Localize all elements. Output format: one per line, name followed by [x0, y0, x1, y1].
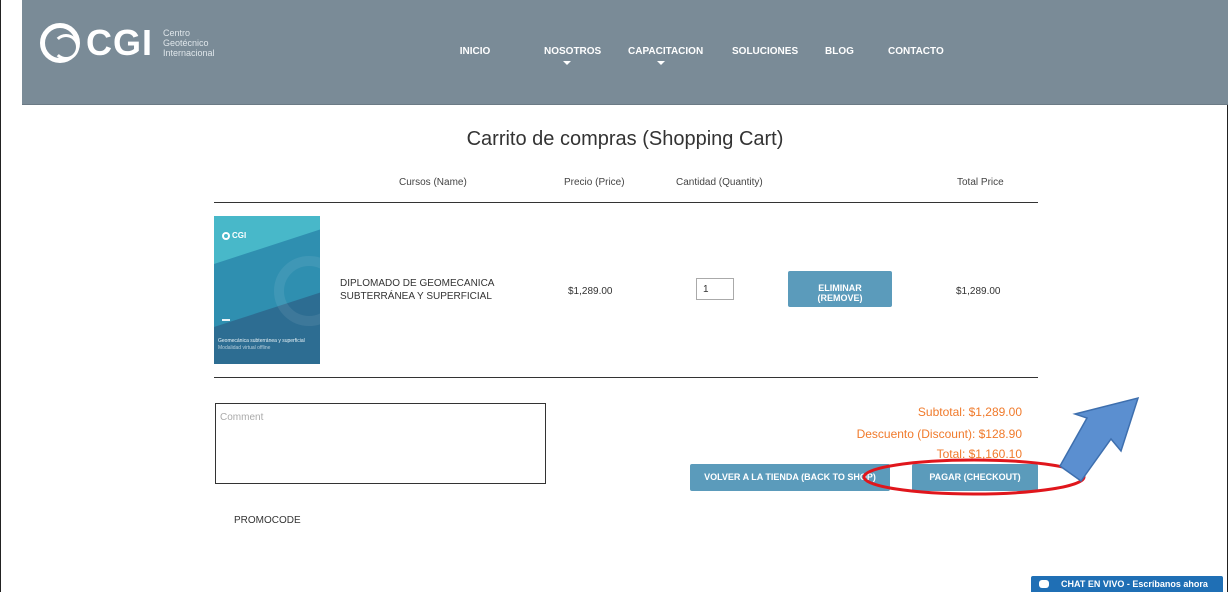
total-text: Total: $1,160.10 [936, 447, 1022, 461]
divider [214, 202, 1038, 203]
logo-subtitle: Centro Geotécnico Internacional [163, 28, 215, 58]
nav-item-inicio[interactable]: INICIO [454, 46, 496, 65]
checkout-button[interactable]: PAGAR (CHECKOUT) [912, 464, 1038, 491]
product-name[interactable]: DIPLOMADO DE GEOMECANICA SUBTERRÁNEA Y S… [340, 277, 494, 303]
logo-subtitle-line: Internacional [163, 48, 215, 58]
logo[interactable]: CGI Centro Geotécnico Internacional [40, 22, 215, 64]
thumbnail-logo-text: CGI [232, 231, 247, 240]
nav-label: BLOG [825, 46, 854, 57]
nav-label: SOLUCIONES [732, 46, 799, 57]
nav-label: INICIO [459, 46, 491, 57]
logo-text: CGI [86, 22, 154, 63]
product-name-line: SUBTERRÁNEA Y SUPERFICIAL [340, 291, 492, 302]
subtotal-text: Subtotal: $1,289.00 [917, 405, 1022, 419]
site-header: CGI Centro Geotécnico Internacional INIC… [22, 0, 1228, 105]
chat-label: CHAT EN VIVO - Escríbanos ahora [1061, 579, 1208, 589]
chevron-down-icon [657, 61, 665, 65]
page-title: Carrito de compras (Shopping Cart) [466, 128, 784, 150]
back-to-shop-button[interactable]: VOLVER A LA TIENDA (BACK TO SHOP) [690, 464, 890, 491]
remove-button[interactable]: ELIMINAR (REMOVE) [788, 271, 892, 307]
thumbnail-caption: Geomecánica subterránea y superficial Mod… [218, 338, 318, 352]
remove-button-label: ELIMINAR [818, 283, 862, 293]
logo-subtitle-line: Centro [163, 28, 191, 38]
nav-label: CAPACITACION [628, 46, 704, 57]
logo-icon [40, 23, 80, 63]
thumbnail-caption-line: Geomecánica subterránea y superficial [218, 338, 305, 344]
discount-text: Descuento (Discount): $128.90 [856, 427, 1022, 441]
chat-bubble-icon [1039, 580, 1049, 588]
product-price: $1,289.00 [568, 286, 613, 297]
divider [214, 377, 1038, 378]
nav-item-blog[interactable]: BLOG [825, 46, 854, 65]
product-name-line: DIPLOMADO DE GEOMECANICA [340, 278, 495, 289]
thumbnail-dash [222, 319, 230, 321]
nav-label: CONTACTO [888, 46, 944, 57]
chevron-down-icon [563, 61, 571, 65]
nav-label: NOSOTROS [544, 46, 602, 57]
nav-item-contacto[interactable]: CONTACTO [888, 46, 944, 65]
promocode-label: PROMOCODE [234, 515, 301, 526]
column-header-name: Cursos (Name) [399, 177, 467, 188]
nav-item-soluciones[interactable]: SOLUCIONES [732, 46, 798, 65]
main-nav: INICIO NOSOTROS CAPACITACION SOLUCIONES … [454, 46, 944, 65]
column-header-total: Total Price [957, 177, 1004, 188]
remove-button-label: (REMOVE) [817, 293, 863, 303]
column-header-price: Precio (Price) [564, 177, 625, 188]
quantity-input[interactable] [696, 278, 734, 300]
logo-icon [222, 231, 230, 240]
thumbnail-logo: CGI [222, 231, 246, 240]
nav-item-capacitacion[interactable]: CAPACITACION [628, 46, 703, 65]
thumbnail-caption-line: Modalidad virtual offline [218, 345, 271, 351]
logo-subtitle-line: Geotécnico [163, 38, 209, 48]
product-thumbnail[interactable]: CGI Geomecánica subterránea y superficia… [214, 216, 320, 364]
nav-item-nosotros[interactable]: NOSOTROS [544, 46, 601, 65]
comment-field[interactable]: Comment [215, 403, 546, 484]
column-header-quantity: Cantidad (Quantity) [676, 177, 763, 188]
live-chat-button[interactable]: CHAT EN VIVO - Escríbanos ahora [1031, 576, 1223, 592]
product-total-price: $1,289.00 [956, 286, 1001, 297]
